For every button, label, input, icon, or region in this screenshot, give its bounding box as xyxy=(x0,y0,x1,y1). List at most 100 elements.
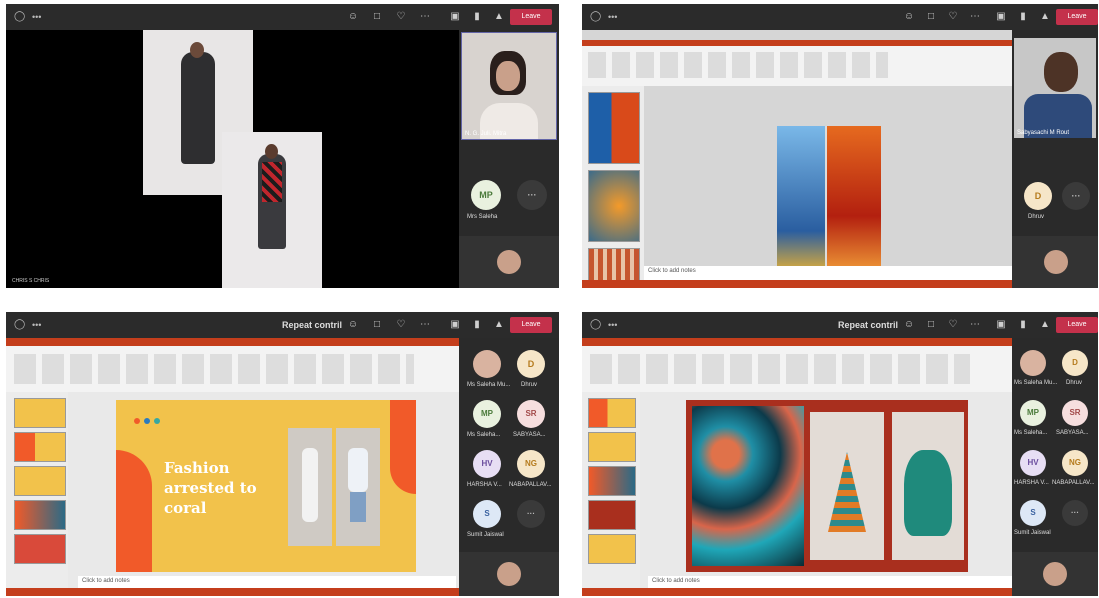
dot-teal xyxy=(154,418,160,424)
ppt-ribbon xyxy=(582,346,1012,392)
ppt-status-bar xyxy=(6,588,459,596)
camera-icon[interactable]: ▣ xyxy=(992,8,1010,26)
more-options-icon[interactable]: ••• xyxy=(32,12,41,22)
self-video xyxy=(459,552,559,596)
shield-icon: ◯ xyxy=(590,319,602,330)
dress-photo-2 xyxy=(892,412,964,560)
leave-button[interactable]: Leave xyxy=(1056,317,1098,333)
meeting-toolbar: ◯ ••• Repeat contril ☺ □ ♡ ⋯ ▣ ▮ ▲ Leave xyxy=(6,312,559,338)
chat-icon[interactable]: □ xyxy=(922,316,940,334)
slide-photo-1 xyxy=(288,428,332,546)
shared-screen: CHRIS S CHRIS xyxy=(6,30,459,288)
video-caption: N. G. Juli. Mitra xyxy=(465,131,507,137)
share-caption: CHRIS S CHRIS xyxy=(12,278,50,284)
ppt-titlebar xyxy=(6,338,459,346)
camera-icon[interactable]: ▣ xyxy=(992,316,1010,334)
slide-thumbnail[interactable] xyxy=(588,466,636,496)
more-participants-button[interactable]: ··· xyxy=(1062,500,1088,526)
meeting-title: Repeat contril xyxy=(282,320,343,330)
slide-thumbnail[interactable] xyxy=(588,92,640,164)
slide-thumbnail[interactable] xyxy=(588,398,636,428)
avatar-mp: MP xyxy=(471,180,501,210)
slide-thumbnail[interactable] xyxy=(14,500,66,530)
share-icon[interactable]: ▲ xyxy=(490,316,508,334)
participant-name: Sumit Jaiswal xyxy=(1014,530,1051,536)
participants-rail: Ms Saleha Mu... D Dhruv MP Ms Saleha... … xyxy=(1012,338,1098,596)
self-video xyxy=(459,236,559,288)
slide-thumbnails xyxy=(6,392,68,588)
participant-name: Mrs Saleha xyxy=(467,214,498,220)
slide-thumbnail[interactable] xyxy=(14,466,66,496)
slide-thumbnail[interactable] xyxy=(588,432,636,462)
more-icon[interactable]: ⋯ xyxy=(416,8,434,26)
camera-icon[interactable]: ▣ xyxy=(446,8,464,26)
dress-photo-1 xyxy=(810,412,884,560)
chat-icon[interactable]: □ xyxy=(922,8,940,26)
shield-icon: ◯ xyxy=(14,319,26,330)
current-slide xyxy=(686,400,968,572)
slide-thumbnail[interactable] xyxy=(588,170,640,242)
video-caption: Sabyasachi M Rout xyxy=(1017,130,1070,136)
share-icon[interactable]: ▲ xyxy=(1036,8,1054,26)
ppt-status-bar xyxy=(582,588,1012,596)
share-icon[interactable]: ▲ xyxy=(1036,316,1054,334)
participant-name: SABYASA... xyxy=(1056,430,1089,436)
leave-button[interactable]: Leave xyxy=(510,9,552,25)
self-avatar xyxy=(1044,250,1068,274)
participants-rail: Ms Saleha Mu... D Dhruv MP Ms Saleha... … xyxy=(459,338,559,596)
mic-icon[interactable]: ▮ xyxy=(468,8,486,26)
people-icon[interactable]: ☺ xyxy=(900,8,918,26)
participant-name: Sumit Jaiswal xyxy=(467,532,504,538)
avatar-mp: MP xyxy=(1020,400,1046,426)
more-participants-button[interactable]: ··· xyxy=(517,180,547,210)
slide-thumbnail[interactable] xyxy=(588,500,636,530)
fashion-photo-2 xyxy=(222,132,322,288)
shared-powerpoint: Click to add notes xyxy=(582,338,1012,596)
more-icon[interactable]: ⋯ xyxy=(416,316,434,334)
slide-thumbnail[interactable] xyxy=(14,398,66,428)
slide-thumbnails xyxy=(582,86,644,288)
slide-thumbnail[interactable] xyxy=(14,534,66,564)
people-icon[interactable]: ☺ xyxy=(900,316,918,334)
self-avatar xyxy=(497,562,521,586)
chat-icon[interactable]: □ xyxy=(368,8,386,26)
camera-icon[interactable]: ▣ xyxy=(446,316,464,334)
slide-thumbnail[interactable] xyxy=(14,432,66,462)
mermaid-illustration-right xyxy=(827,126,881,276)
reactions-icon[interactable]: ♡ xyxy=(392,8,410,26)
slide-decoration-left xyxy=(116,450,152,572)
avatar-s: S xyxy=(1020,500,1046,526)
more-icon[interactable]: ⋯ xyxy=(966,8,984,26)
mic-icon[interactable]: ▮ xyxy=(1014,316,1032,334)
more-participants-button[interactable]: ··· xyxy=(1062,182,1090,210)
people-icon[interactable]: ☺ xyxy=(344,8,362,26)
reactions-icon[interactable]: ♡ xyxy=(944,316,962,334)
ppt-status-bar xyxy=(582,280,1012,288)
share-icon[interactable]: ▲ xyxy=(490,8,508,26)
avatar-sr: SR xyxy=(1062,400,1088,426)
meeting-toolbar: ◯ ••• ☺ □ ♡ ⋯ ▣ ▮ ▲ Leave xyxy=(582,4,1098,30)
more-options-icon[interactable]: ••• xyxy=(608,12,617,22)
participant-name: Ms Saleha Mu... xyxy=(467,382,511,388)
reactions-icon[interactable]: ♡ xyxy=(944,8,962,26)
participant-name: Ms Saleha... xyxy=(1014,430,1048,436)
more-options-icon[interactable]: ••• xyxy=(32,320,41,330)
more-icon[interactable]: ⋯ xyxy=(966,316,984,334)
more-options-icon[interactable]: ••• xyxy=(608,320,617,330)
reactions-icon[interactable]: ♡ xyxy=(392,316,410,334)
people-icon[interactable]: ☺ xyxy=(344,316,362,334)
avatar-photo xyxy=(473,350,501,378)
slide-thumbnail[interactable] xyxy=(588,534,636,564)
slide-thumbnail[interactable] xyxy=(588,248,640,284)
leave-button[interactable]: Leave xyxy=(1056,9,1098,25)
chat-icon[interactable]: □ xyxy=(368,316,386,334)
ppt-ribbon xyxy=(6,346,459,392)
mic-icon[interactable]: ▮ xyxy=(468,316,486,334)
self-avatar xyxy=(497,250,521,274)
meeting-panel-4: ◯ ••• Repeat contril ☺ □ ♡ ⋯ ▣ ▮ ▲ Leave xyxy=(582,312,1098,596)
meeting-panel-2: ◯ ••• ☺ □ ♡ ⋯ ▣ ▮ ▲ Leave Click to add n… xyxy=(582,4,1098,288)
leave-button[interactable]: Leave xyxy=(510,317,552,333)
participant-name: SABYASA... xyxy=(513,432,546,438)
more-participants-button[interactable]: ··· xyxy=(517,500,545,528)
mic-icon[interactable]: ▮ xyxy=(1014,8,1032,26)
